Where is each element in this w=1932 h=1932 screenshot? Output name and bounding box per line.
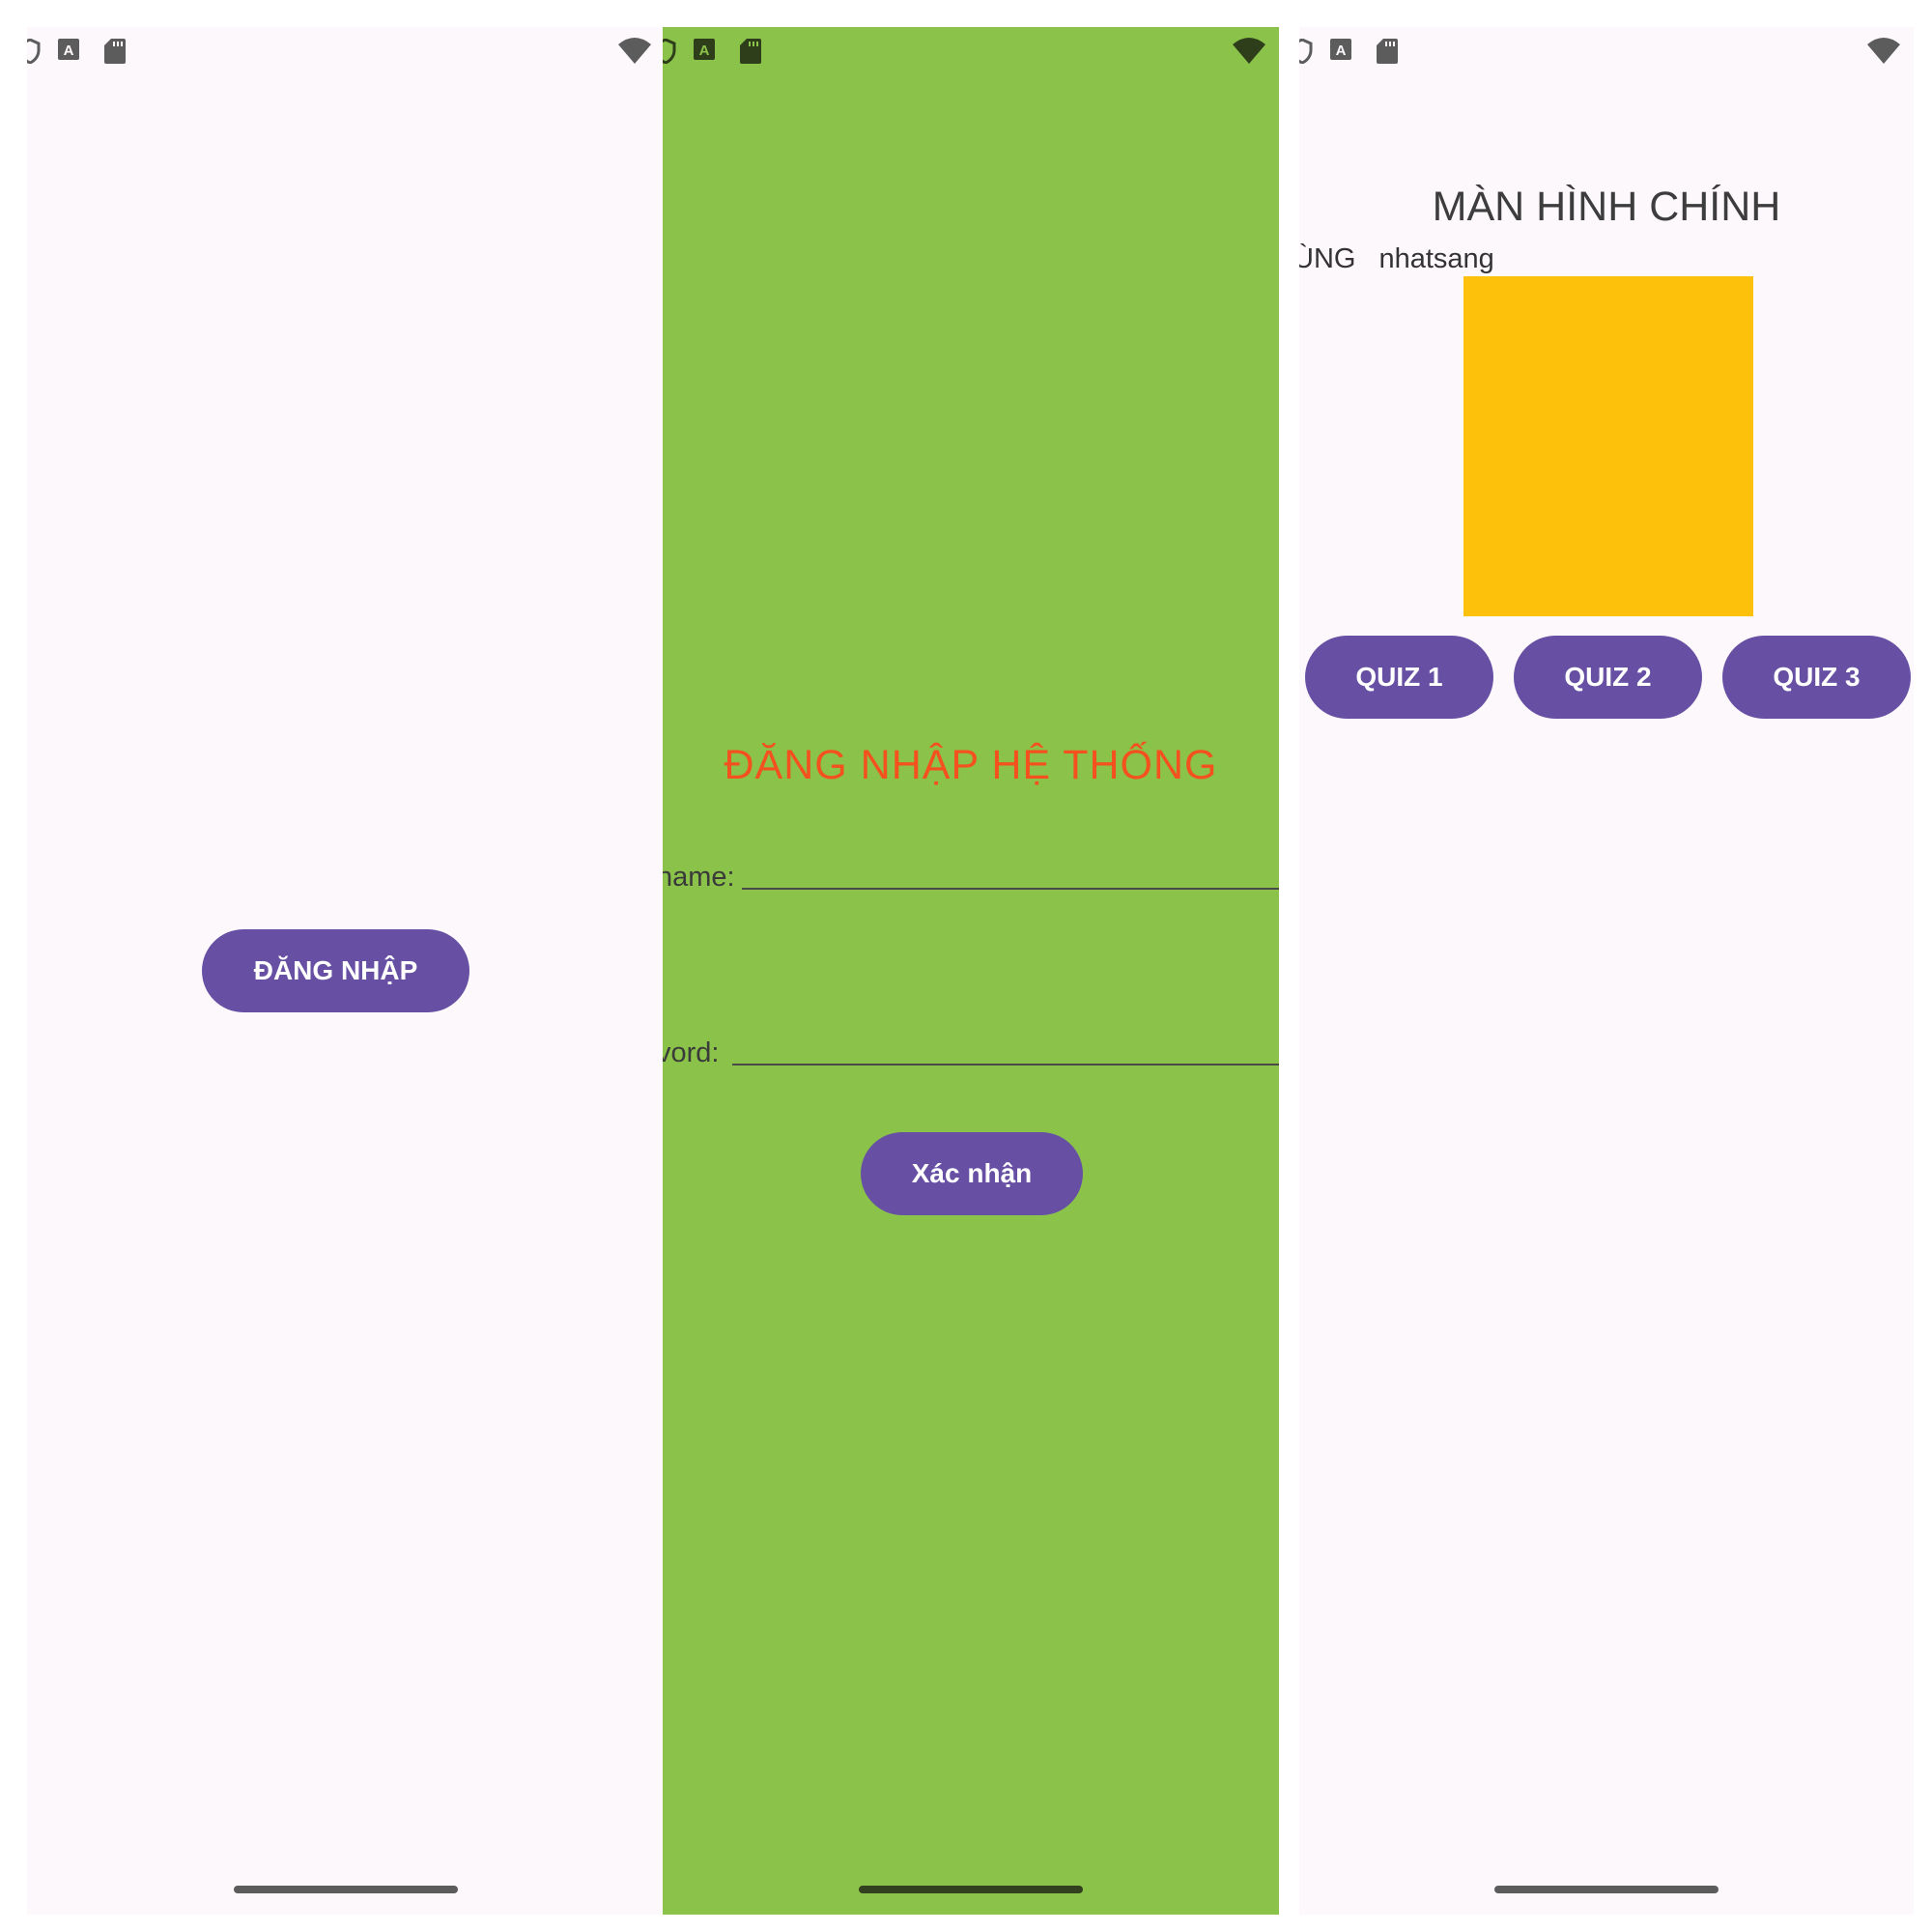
image-placeholder	[1463, 276, 1753, 616]
confirm-button[interactable]: Xác nhận	[861, 1132, 1083, 1215]
sd-card-icon	[740, 39, 761, 64]
svg-text:A: A	[699, 43, 710, 59]
screenshot-stage: A ĐĂNG NHẬP A ĐĂNG NHẬP HỆ THỐNG name: v…	[0, 0, 1932, 1932]
phone-login-screen: A ĐĂNG NHẬP HỆ THỐNG name: vord: Xác nhậ…	[663, 27, 1279, 1915]
status-bar: A	[1299, 27, 1914, 75]
password-label: vord:	[663, 1037, 720, 1068]
login-button[interactable]: ĐĂNG NHẬP	[202, 929, 469, 1012]
username-input[interactable]	[742, 854, 1279, 904]
wifi-icon	[1867, 38, 1900, 64]
quiz-2-button[interactable]: QUIZ 2	[1514, 636, 1702, 719]
quiz-3-button[interactable]: QUIZ 3	[1722, 636, 1911, 719]
gesture-nav-handle[interactable]	[234, 1886, 458, 1893]
wifi-icon	[618, 38, 651, 64]
svg-text:A: A	[64, 43, 74, 59]
sd-card-icon	[1377, 39, 1398, 64]
sd-card-icon	[104, 39, 126, 64]
status-bar: A	[27, 27, 665, 75]
welcome-prefix: ÙNG	[1299, 243, 1356, 274]
wifi-icon	[1233, 38, 1265, 64]
shield-icon	[663, 39, 676, 64]
shield-icon	[27, 39, 41, 64]
font-icon: A	[58, 39, 79, 60]
username-underline	[742, 888, 1279, 890]
font-icon: A	[1330, 39, 1351, 60]
shield-icon	[1299, 39, 1313, 64]
username-label: name:	[663, 862, 735, 893]
welcome-line: ÙNG nhatsang	[1299, 243, 1494, 275]
login-title: ĐĂNG NHẬP HỆ THỐNG	[724, 742, 1218, 788]
font-icon: A	[694, 39, 715, 60]
gesture-nav-handle[interactable]	[859, 1886, 1083, 1893]
phone-main-screen: A MÀN HÌNH CHÍNH ÙNG nhatsang QUIZ 1 QUIZ…	[1299, 27, 1914, 1915]
main-screen-title: MÀN HÌNH CHÍNH	[1432, 184, 1781, 230]
phone-start-screen: A ĐĂNG NHẬP	[27, 27, 665, 1915]
password-input[interactable]	[732, 1030, 1279, 1080]
status-bar: A	[663, 27, 1279, 75]
quiz-1-button[interactable]: QUIZ 1	[1305, 636, 1493, 719]
gesture-nav-handle[interactable]	[1494, 1886, 1719, 1893]
username-display: nhatsang	[1378, 243, 1494, 274]
svg-text:A: A	[1336, 43, 1347, 59]
password-underline	[732, 1064, 1279, 1065]
